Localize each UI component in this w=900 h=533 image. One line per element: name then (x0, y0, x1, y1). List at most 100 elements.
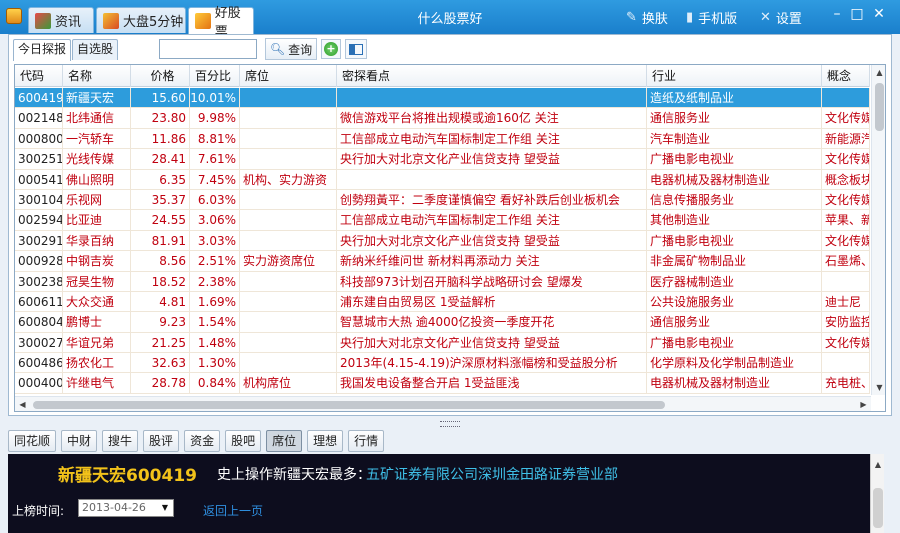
cell-code: 000800 (15, 128, 63, 149)
skin-label: 换肤 (641, 12, 668, 27)
tab-good-stocks[interactable]: 好股票 (188, 6, 254, 40)
cell-industry: 广播电影电视业 (647, 230, 822, 251)
cell-code: 600419 (15, 88, 63, 108)
col-header-highlight[interactable]: 密探看点 (337, 65, 647, 87)
cell-industry: 非金属矿物制品业 (647, 251, 822, 271)
col-header-percent[interactable]: 百分比 (190, 65, 240, 87)
col-header-code[interactable]: 代码 (15, 65, 63, 87)
tab-market-5min[interactable]: 大盘5分钟 (96, 7, 186, 33)
layout-button[interactable] (345, 39, 367, 59)
cell-concept: 概念板块 (822, 169, 870, 189)
table-row[interactable]: 600611 大众交通 4.81 1.69% 浦东建自由贸易区 1受益解析 公共设施服务业… (15, 291, 870, 313)
cell-concept: 文化传媒 (822, 332, 870, 353)
tab-souniu[interactable]: 搜牛 (102, 430, 139, 452)
cell-name: 新疆天宏 (63, 88, 131, 108)
cell-price: 24.55 (131, 210, 190, 230)
panel-splitter[interactable] (440, 421, 460, 427)
cell-concept: 充电桩、 (822, 373, 870, 393)
col-header-concept[interactable]: 概念 (822, 65, 870, 87)
col-header-price[interactable]: 价格 (131, 65, 190, 87)
scroll-thumb[interactable] (875, 83, 884, 131)
table-row[interactable]: 000800 一汽轿车 11.86 8.81% 工信部成立电动汽车国标制定工作组 关注汽… (15, 128, 870, 150)
maximize-icon[interactable]: □ (848, 6, 866, 22)
col-header-industry[interactable]: 行业 (647, 65, 822, 87)
table-row[interactable]: 300027 华谊兄弟 21.25 1.48% 央行加大对北京文化产业信贷支持 望受益广… (15, 332, 870, 354)
minimize-icon[interactable]: – (828, 6, 846, 22)
chevron-down-icon[interactable]: ▼ (157, 500, 173, 516)
add-button[interactable]: + (321, 39, 341, 59)
date-select[interactable]: 2013-04-26 ▼ (78, 499, 174, 517)
tab-xiwei[interactable]: 席位 (266, 430, 303, 452)
subtab-today[interactable]: 今日探报 (13, 39, 72, 61)
col-header-name[interactable]: 名称 (63, 65, 131, 87)
date-label: 上榜时间: (12, 504, 65, 518)
scroll-left-icon[interactable]: ◀ (15, 397, 30, 411)
cell-price: 23.80 (131, 108, 190, 128)
table-row[interactable]: 000541 佛山照明 6.35 7.45% 机构、实力游资 电器机械及器材制造业 概念板块 (15, 169, 870, 190)
query-button[interactable]: 🔍︎ 查询 (265, 38, 317, 60)
scroll-up-icon[interactable]: ▲ (872, 65, 885, 80)
cell-highlight: 智慧城市大热 逾4000亿投资一季度开花 (337, 312, 647, 332)
detail-scroll-up-icon[interactable]: ▲ (871, 460, 885, 472)
scroll-right-icon[interactable]: ▶ (856, 397, 871, 411)
skin-button[interactable]: ✎ 换肤 (626, 8, 668, 27)
cell-seat (240, 128, 337, 149)
table-row[interactable]: 300238 冠昊生物 18.52 2.38% 科技部973计划召开脑科学战略研讨会 望… (15, 271, 870, 292)
cell-highlight: 工信部成立电动汽车国标制定工作组 关注 (337, 128, 647, 149)
table-row[interactable]: 000400 许继电气 28.78 0.84% 机构席位 我国发电设备整合开启 1受益匪浅… (15, 373, 870, 394)
back-link[interactable]: 返回上一页 (203, 502, 263, 519)
cell-code: 300238 (15, 271, 63, 291)
cell-price: 11.86 (131, 128, 190, 149)
cell-highlight: 央行加大对北京文化产业信贷支持 望受益 (337, 149, 647, 169)
table-row[interactable]: 600804 鹏博士 9.23 1.54% 智慧城市大热 逾4000亿投资一季度开花 通信… (15, 312, 870, 333)
broker-name[interactable]: 五矿证券有限公司深圳金田路证券营业部 (366, 464, 618, 484)
cell-concept: 苹果、新 (822, 210, 870, 230)
tab-guba[interactable]: 股吧 (225, 430, 262, 452)
tab-guping[interactable]: 股评 (143, 430, 180, 452)
table-row[interactable]: 300291 华录百纳 81.91 3.03% 央行加大对北京文化产业信贷支持 望受益广… (15, 230, 870, 252)
col-header-seat[interactable]: 席位 (240, 65, 337, 87)
cell-name: 华谊兄弟 (63, 332, 131, 353)
news-icon (35, 12, 51, 29)
table-row[interactable]: 600419 新疆天宏 15.60 10.01% 造纸及纸制品业 (15, 88, 870, 109)
detail-scroll-thumb[interactable] (873, 488, 883, 528)
cell-concept: 文化传媒 (822, 149, 870, 169)
table-row[interactable]: 000928 中钢吉炭 8.56 2.51% 实力游资席位 新纳米纤维问世 新材料再添动力… (15, 251, 870, 272)
cell-seat (240, 230, 337, 251)
tab-zijin[interactable]: 资金 (184, 430, 221, 452)
cell-code: 000541 (15, 169, 63, 189)
close-icon[interactable]: ✕ (870, 6, 888, 22)
cell-industry: 造纸及纸制品业 (647, 88, 822, 108)
cell-percent: 10.01% (190, 88, 240, 108)
hscroll-thumb[interactable] (33, 401, 665, 409)
tab-news[interactable]: 资讯 (28, 7, 94, 33)
cell-concept (822, 271, 870, 291)
scroll-down-icon[interactable]: ▼ (872, 380, 885, 395)
stock-table: 代码 名称 价格 百分比 席位 密探看点 行业 概念 600419 新疆天宏 15.… (14, 64, 886, 412)
top-seat-prefix: 史上操作新疆天宏最多： (217, 467, 371, 483)
settings-button[interactable]: ✕ 设置 (760, 8, 802, 27)
cell-price: 8.56 (131, 251, 190, 271)
query-label: 查询 (288, 42, 313, 57)
tab-lixiang[interactable]: 理想 (307, 430, 344, 452)
tab-tonghuashun[interactable]: 同花顺 (8, 430, 57, 452)
settings-label: 设置 (775, 12, 802, 27)
mobile-button[interactable]: ▮ 手机版 (686, 8, 737, 27)
cell-code: 600804 (15, 312, 63, 332)
subtab-watchlist[interactable]: 自选股 (72, 39, 119, 60)
table-horizontal-scrollbar[interactable]: ◀ ▶ (15, 396, 871, 411)
phone-icon: ▮ (686, 10, 694, 25)
table-row[interactable]: 300251 光线传媒 28.41 7.61% 央行加大对北京文化产业信贷支持 望受益广… (15, 149, 870, 170)
search-input[interactable] (159, 39, 257, 59)
table-row[interactable]: 002148 北纬通信 23.80 9.98% 微信游戏平台将推出规模或逾160亿 关注… (15, 108, 870, 129)
tab-zhongcai[interactable]: 中财 (61, 430, 98, 452)
table-row[interactable]: 300104 乐视网 35.37 6.03% 创勢翔黃平：二季度谨慎偏空 看好补跌后创业… (15, 189, 870, 211)
tab-hangqing[interactable]: 行情 (348, 430, 385, 452)
table-row[interactable]: 002594 比亚迪 24.55 3.06% 工信部成立电动汽车国标制定工作组 关注 其他… (15, 210, 870, 231)
table-vertical-scrollbar[interactable]: ▲ ▼ (871, 65, 885, 395)
cell-percent: 6.03% (190, 189, 240, 210)
source-tabs: 同花顺 中财 搜牛 股评 资金 股吧 席位 理想 行情 (8, 430, 389, 452)
table-row[interactable]: 600486 扬农化工 32.63 1.30% 2013年(4.15-4.19)沪深原材… (15, 353, 870, 374)
cell-concept: 新能源汽 (822, 128, 870, 149)
detail-vertical-scrollbar[interactable]: ▲ (870, 454, 884, 533)
